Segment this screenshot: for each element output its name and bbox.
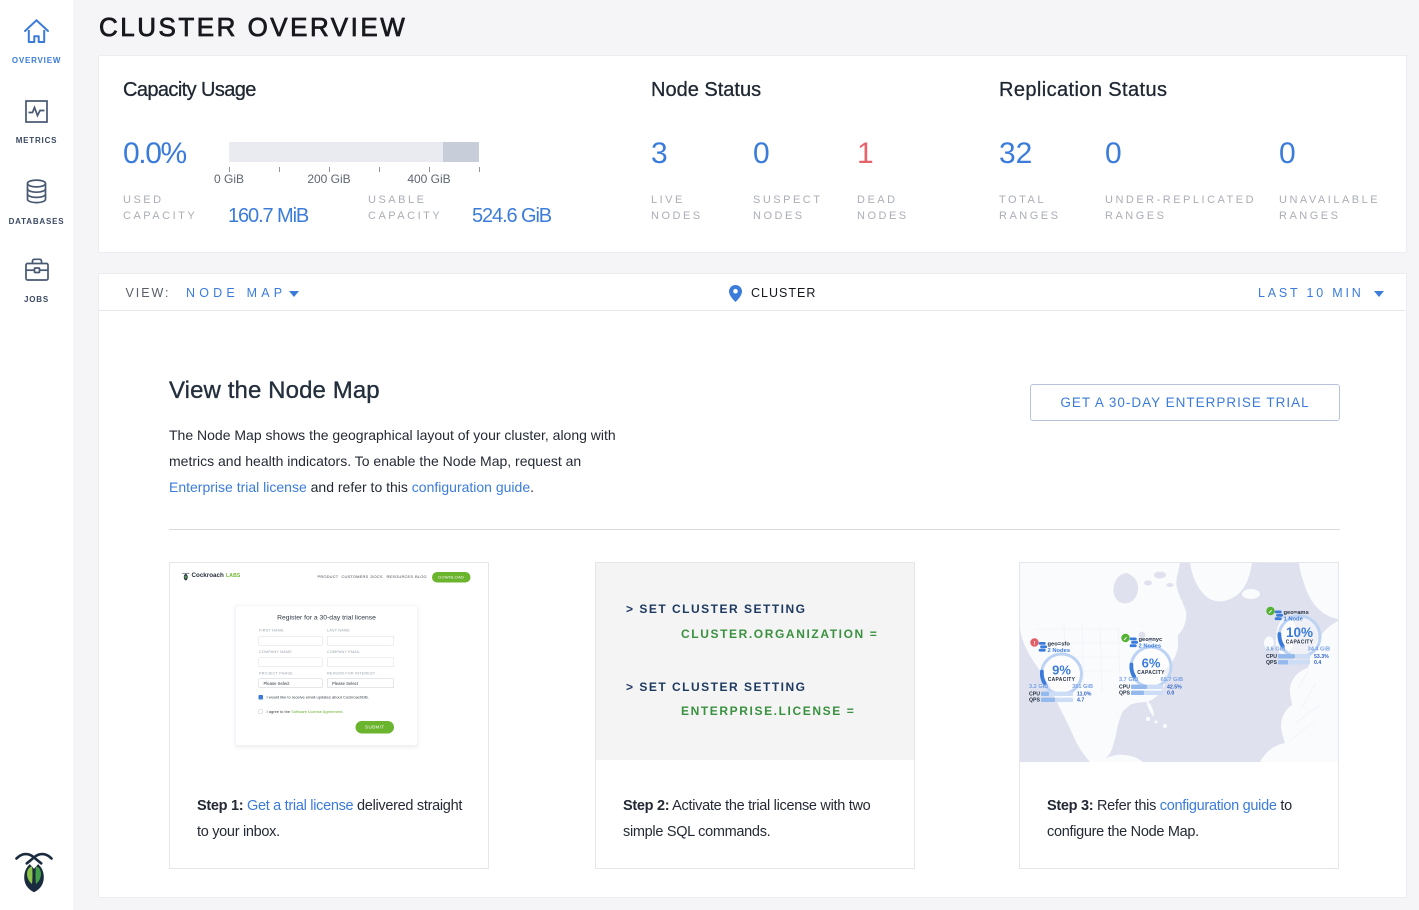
- svg-text:6%: 6%: [1142, 656, 1161, 671]
- svg-text:CAPACITY: CAPACITY: [1137, 670, 1165, 676]
- svg-text:geo=nyc: geo=nyc: [1139, 637, 1163, 643]
- svg-text:34.4 GiB: 34.4 GiB: [1308, 647, 1330, 653]
- svg-text:65.7 GiB: 65.7 GiB: [1161, 677, 1183, 683]
- svg-text:3.6 GiB: 3.6 GiB: [1266, 647, 1285, 653]
- svg-text:QPS: QPS: [1266, 660, 1277, 666]
- svg-text:1 Node: 1 Node: [1284, 616, 1304, 622]
- svg-text:!: !: [1034, 641, 1036, 647]
- svg-text:geo=ams: geo=ams: [1284, 610, 1309, 616]
- svg-text:3.2 GiB: 3.2 GiB: [1029, 684, 1048, 690]
- svg-text:QPS: QPS: [1029, 698, 1040, 704]
- svg-text:0.4: 0.4: [1314, 660, 1321, 666]
- svg-text:4.7: 4.7: [1077, 698, 1084, 704]
- svg-text:2 Nodes: 2 Nodes: [1139, 643, 1162, 649]
- svg-text:3.7 GiB: 3.7 GiB: [1119, 677, 1138, 683]
- svg-text:geo=sfo: geo=sfo: [1048, 641, 1071, 647]
- svg-text:CAPACITY: CAPACITY: [1048, 677, 1076, 683]
- svg-text:0.0: 0.0: [1167, 691, 1174, 697]
- svg-text:QPS: QPS: [1119, 691, 1130, 697]
- svg-text:✓: ✓: [1123, 636, 1128, 642]
- svg-text:351 GiB: 351 GiB: [1072, 684, 1093, 690]
- svg-text:✓: ✓: [1268, 609, 1273, 615]
- svg-text:CAPACITY: CAPACITY: [1286, 640, 1314, 646]
- svg-text:10%: 10%: [1286, 625, 1313, 640]
- svg-text:9%: 9%: [1052, 663, 1071, 678]
- svg-text:2 Nodes: 2 Nodes: [1048, 648, 1071, 654]
